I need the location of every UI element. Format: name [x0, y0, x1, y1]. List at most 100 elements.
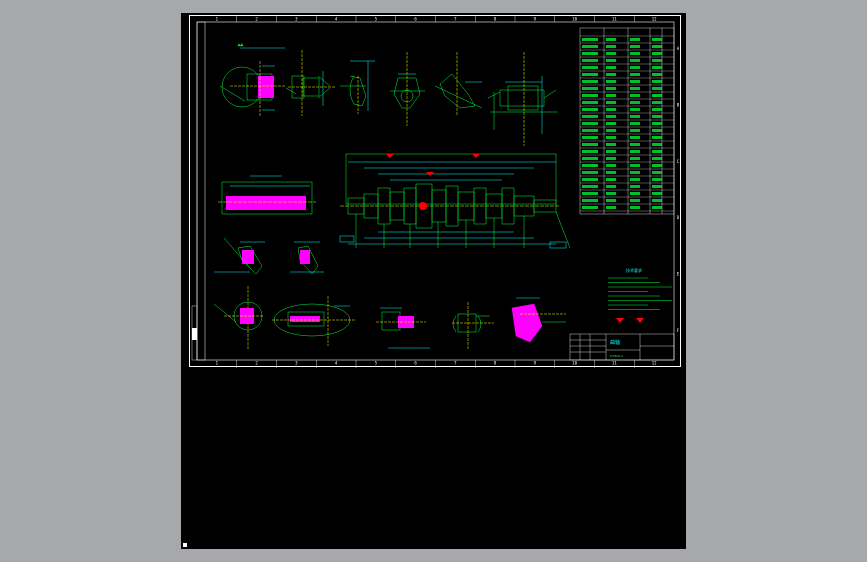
table-cell-text	[582, 129, 598, 132]
table-cell-text	[652, 59, 662, 62]
table-cell-text	[582, 206, 598, 209]
table-cell-text	[630, 122, 640, 125]
table-cell-text	[582, 122, 598, 125]
table-cell-text	[606, 164, 616, 167]
table-cell-text	[606, 66, 616, 69]
table-cell-text	[582, 73, 598, 76]
table-cell-text	[582, 164, 598, 167]
zone-label: 4	[335, 361, 338, 366]
table-cell-text	[652, 94, 662, 97]
drawing-canvas: 1 2 3 4 5 6 7 8 9 10 11 12 1 2 3 4 5 6 7 8 9 10 11 12 ABCDEF A…	[191, 16, 680, 368]
table-cell-text	[630, 80, 640, 83]
table-cell-text	[582, 115, 598, 118]
zone-label: 8	[494, 17, 497, 22]
section-view-i	[213, 286, 264, 350]
cad-model-viewport[interactable]: 1 2 3 4 5 6 7 8 9 10 11 12 1 2 3 4 5 6 7 8 9 10 11 12 ABCDEF A…	[181, 13, 686, 549]
table-cell-text	[582, 150, 598, 153]
section-view-b	[285, 50, 335, 116]
table-cell-text	[652, 157, 662, 160]
table-cell-text	[630, 115, 640, 118]
table-cell-text	[582, 87, 598, 90]
table-cell-text	[606, 73, 616, 76]
table-cell-text	[652, 45, 662, 48]
table-cell-text	[652, 199, 662, 202]
table-cell-text	[582, 101, 598, 104]
table-cell-text	[582, 178, 598, 181]
table-cell-text	[582, 66, 598, 69]
part-name: 曲轴	[610, 339, 620, 346]
table-cell-text	[652, 122, 662, 125]
table-cell-text	[630, 38, 640, 41]
table-cell-text	[630, 178, 640, 181]
table-cell-text	[606, 101, 616, 104]
table-cell-text	[652, 73, 662, 76]
zone-label: 5	[375, 361, 378, 366]
zone-label-side: B	[677, 103, 680, 108]
zone-label: 6	[414, 361, 417, 366]
table-cell-text	[582, 171, 598, 174]
zone-label: 7	[454, 17, 457, 22]
section-view-a: A-A	[219, 43, 285, 116]
table-cell-text	[606, 87, 616, 90]
table-cell-text	[652, 129, 662, 132]
table-cell-text	[630, 129, 640, 132]
table-cell-text	[652, 206, 662, 209]
view-a-label: A-A	[238, 43, 244, 47]
table-cell-text	[652, 87, 662, 90]
table-cell-text	[652, 38, 662, 41]
zone-markers-top: 1 2 3 4 5 6 7 8 9 10 11 12	[216, 16, 657, 22]
table-cell-text	[606, 178, 616, 181]
table-cell-text	[630, 136, 640, 139]
table-cell-text	[652, 66, 662, 69]
zone-label: 6	[414, 17, 417, 22]
table-cell-text	[630, 206, 640, 209]
zone-label: 12	[652, 17, 657, 22]
table-cell-text	[652, 101, 662, 104]
table-cell-text	[606, 199, 616, 202]
zone-label: 10	[572, 17, 577, 22]
section-view-h	[290, 241, 324, 275]
section-view-f	[487, 52, 558, 146]
table-cell-text	[630, 101, 640, 104]
table-cell-text	[606, 185, 616, 188]
table-cell-text	[582, 108, 598, 111]
table-cell-text	[582, 199, 598, 202]
table-cell-text	[582, 80, 598, 83]
table-cell-text	[606, 136, 616, 139]
table-cell-text	[606, 80, 616, 83]
table-cell-text	[630, 45, 640, 48]
drawing-sheet: 1 2 3 4 5 6 7 8 9 10 11 12 1 2 3 4 5 6 7 8 9 10 11 12 ABCDEF A…	[189, 15, 681, 368]
table-cell-text	[652, 143, 662, 146]
table-cell-text	[606, 115, 616, 118]
table-cell-text	[652, 150, 662, 153]
table-cell-text	[606, 150, 616, 153]
table-cell-text	[606, 206, 616, 209]
section-view-l	[452, 302, 494, 350]
table-cell-text	[630, 164, 640, 167]
table-cell-text	[606, 94, 616, 97]
revision-strip-fill	[192, 328, 197, 340]
table-cell-text	[652, 52, 662, 55]
zone-label: 2	[255, 361, 258, 366]
zone-label: 4	[335, 17, 338, 22]
section-view-c	[340, 60, 375, 114]
oil-hole-mark	[419, 202, 427, 210]
table-cell-text	[606, 59, 616, 62]
zone-markers-side: A B C D E F	[677, 46, 680, 333]
zone-label-side: F	[677, 328, 680, 333]
zone-label: 11	[612, 361, 617, 366]
zone-label: 1	[216, 361, 219, 366]
table-cell-text	[582, 38, 598, 41]
table-cell-text	[606, 171, 616, 174]
zone-label-side: A	[677, 46, 680, 51]
table-cell-text	[630, 66, 640, 69]
table-cell-text	[630, 73, 640, 76]
table-cell-text	[630, 143, 640, 146]
section-view-d	[390, 52, 425, 126]
roughness-mark-1	[386, 154, 394, 158]
zone-label: 9	[534, 361, 537, 366]
table-cell-text	[630, 52, 640, 55]
table-cell-text	[606, 143, 616, 146]
table-cell-text	[630, 94, 640, 97]
table-cell-text	[652, 185, 662, 188]
